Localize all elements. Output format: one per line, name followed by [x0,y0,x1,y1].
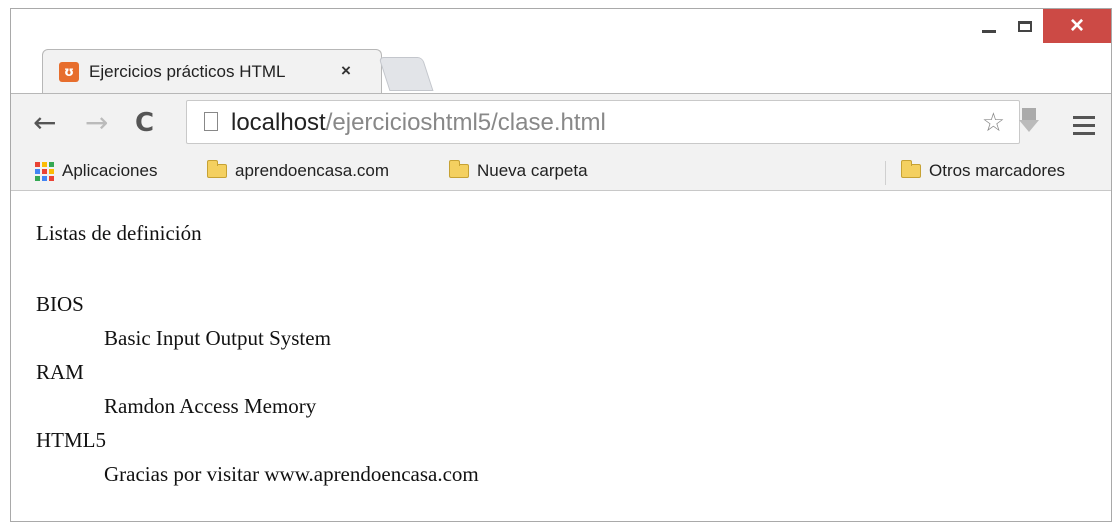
address-bar[interactable]: localhost/ejercicioshtml5/clase.html ☆ [186,100,1020,144]
bookmark-label: Otros marcadores [929,161,1066,180]
new-tab-button[interactable] [378,57,434,91]
bookmark-folder-aprendoencasa[interactable]: aprendoencasa.com [207,160,390,181]
minimize-button[interactable] [971,9,1007,43]
browser-tab[interactable]: ʊ Ejercicios prácticos HTML × [42,49,382,93]
url-host: localhost [231,109,326,136]
html5-favicon-icon: ʊ [59,62,79,82]
bookmarks-separator [885,161,886,185]
bookmark-folder-nueva-carpeta[interactable]: Nueva carpeta [449,160,588,181]
definition-term: RAM [36,360,84,384]
maximize-button[interactable] [1007,9,1043,43]
bookmark-folder-otros[interactable]: Otros marcadores [901,160,1066,181]
apps-grid-icon [35,161,54,181]
navigation-toolbar: ← → C localhost/ejercicioshtml5/clase.ht… [11,93,1111,156]
definition-term: HTML5 [36,428,106,452]
minimize-icon [982,29,996,33]
definition-description: Gracias por visitar www.aprendoencasa.co… [104,462,479,486]
tab-title: Ejercicios prácticos HTML [89,62,286,81]
tab-close-button[interactable]: × [341,61,351,81]
maximize-icon [1018,20,1032,32]
title-bar: × ʊ Ejercicios prácticos HTML × [11,9,1111,93]
menu-icon[interactable] [1073,116,1095,140]
url-path: /ejercicioshtml5/clase.html [325,109,606,136]
folder-icon [449,160,469,178]
folder-icon [901,160,921,178]
bookmark-label: aprendoencasa.com [235,161,390,180]
bookmark-star-icon[interactable]: ☆ [982,107,1005,138]
definition-description: Basic Input Output System [104,326,331,350]
bookmark-label: Aplicaciones [62,161,158,180]
close-icon: × [1069,12,1084,39]
definition-term: BIOS [36,292,84,316]
page-heading: Listas de definición [36,221,202,245]
definition-list: BIOS Basic Input Output System RAM Ramdo… [36,287,479,491]
extension-icon[interactable] [1019,108,1039,132]
forward-button[interactable]: → [85,108,108,138]
back-button[interactable]: ← [33,108,56,138]
browser-window: × ʊ Ejercicios prácticos HTML × ← → C lo… [10,8,1112,522]
favicon-glyph: ʊ [63,64,75,80]
close-window-button[interactable]: × [1043,9,1111,43]
url-text[interactable]: localhost/ejercicioshtml5/clase.html [231,109,606,137]
reload-button[interactable]: C [135,108,154,138]
bookmark-apps[interactable]: Aplicaciones [35,161,157,181]
bookmarks-bar: Aplicaciones aprendoencasa.com Nueva car… [11,155,1111,191]
definition-description: Ramdon Access Memory [104,394,317,418]
window-controls: × [971,9,1111,45]
page-content: Listas de definición BIOS Basic Input Ou… [11,191,1111,521]
folder-icon [207,160,227,178]
bookmark-label: Nueva carpeta [477,161,588,180]
page-icon [204,112,218,131]
